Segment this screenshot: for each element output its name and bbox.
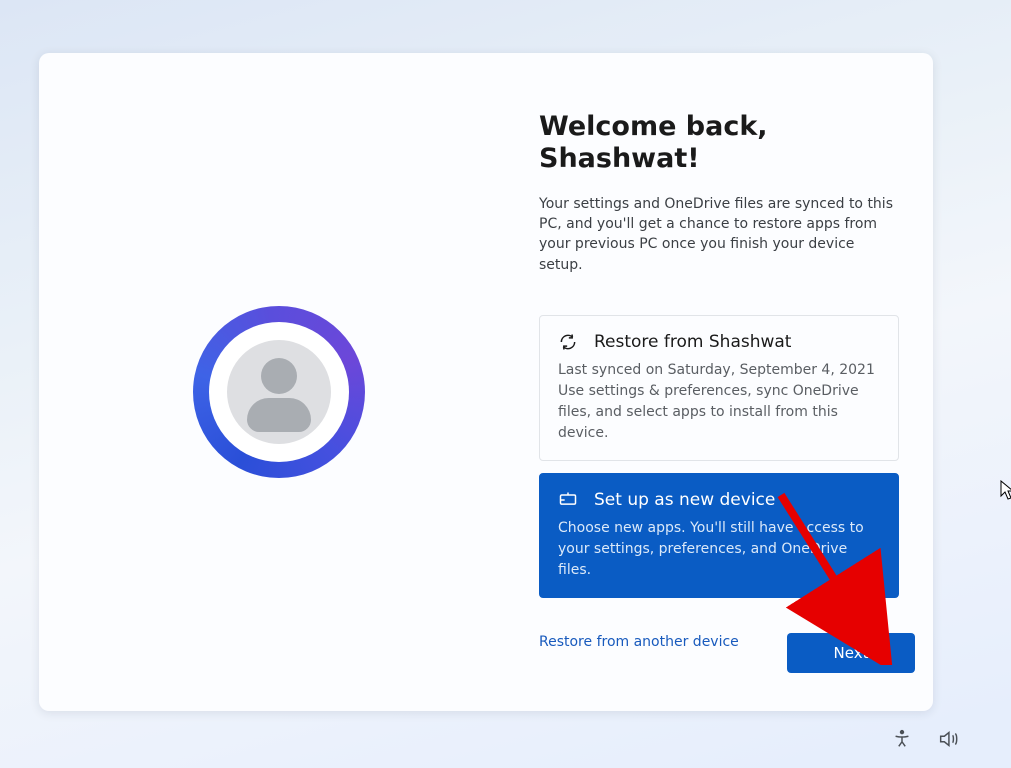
sync-icon: [558, 332, 578, 352]
option-restore-title: Restore from Shashwat: [594, 332, 791, 352]
volume-icon[interactable]: [937, 728, 959, 754]
device-icon: [558, 490, 578, 510]
next-button[interactable]: Next: [787, 633, 915, 673]
option-restore-from-device[interactable]: Restore from Shashwat Last synced on Sat…: [539, 315, 899, 461]
page-title: Welcome back, Shashwat!: [539, 111, 899, 176]
option-new-device[interactable]: Set up as new device Choose new apps. Yo…: [539, 473, 899, 598]
option-restore-description: Last synced on Saturday, September 4, 20…: [558, 360, 880, 444]
page-subtitle: Your settings and OneDrive files are syn…: [539, 194, 899, 275]
accessibility-icon[interactable]: [891, 728, 913, 754]
option-new-device-title: Set up as new device: [594, 490, 775, 510]
setup-options: Restore from Shashwat Last synced on Sat…: [539, 315, 899, 598]
avatar-column: [39, 53, 519, 711]
avatar-placeholder-icon: [227, 340, 331, 444]
content-column: Welcome back, Shashwat! Your settings an…: [539, 111, 899, 650]
avatar-ring: [193, 306, 365, 478]
restore-other-device-link[interactable]: Restore from another device: [539, 634, 739, 650]
option-new-device-description: Choose new apps. You'll still have acces…: [558, 518, 880, 581]
setup-panel: Welcome back, Shashwat! Your settings an…: [39, 53, 933, 711]
system-tray: [891, 728, 959, 754]
avatar-white-circle: [209, 322, 349, 462]
mouse-cursor-icon: [1000, 480, 1011, 500]
